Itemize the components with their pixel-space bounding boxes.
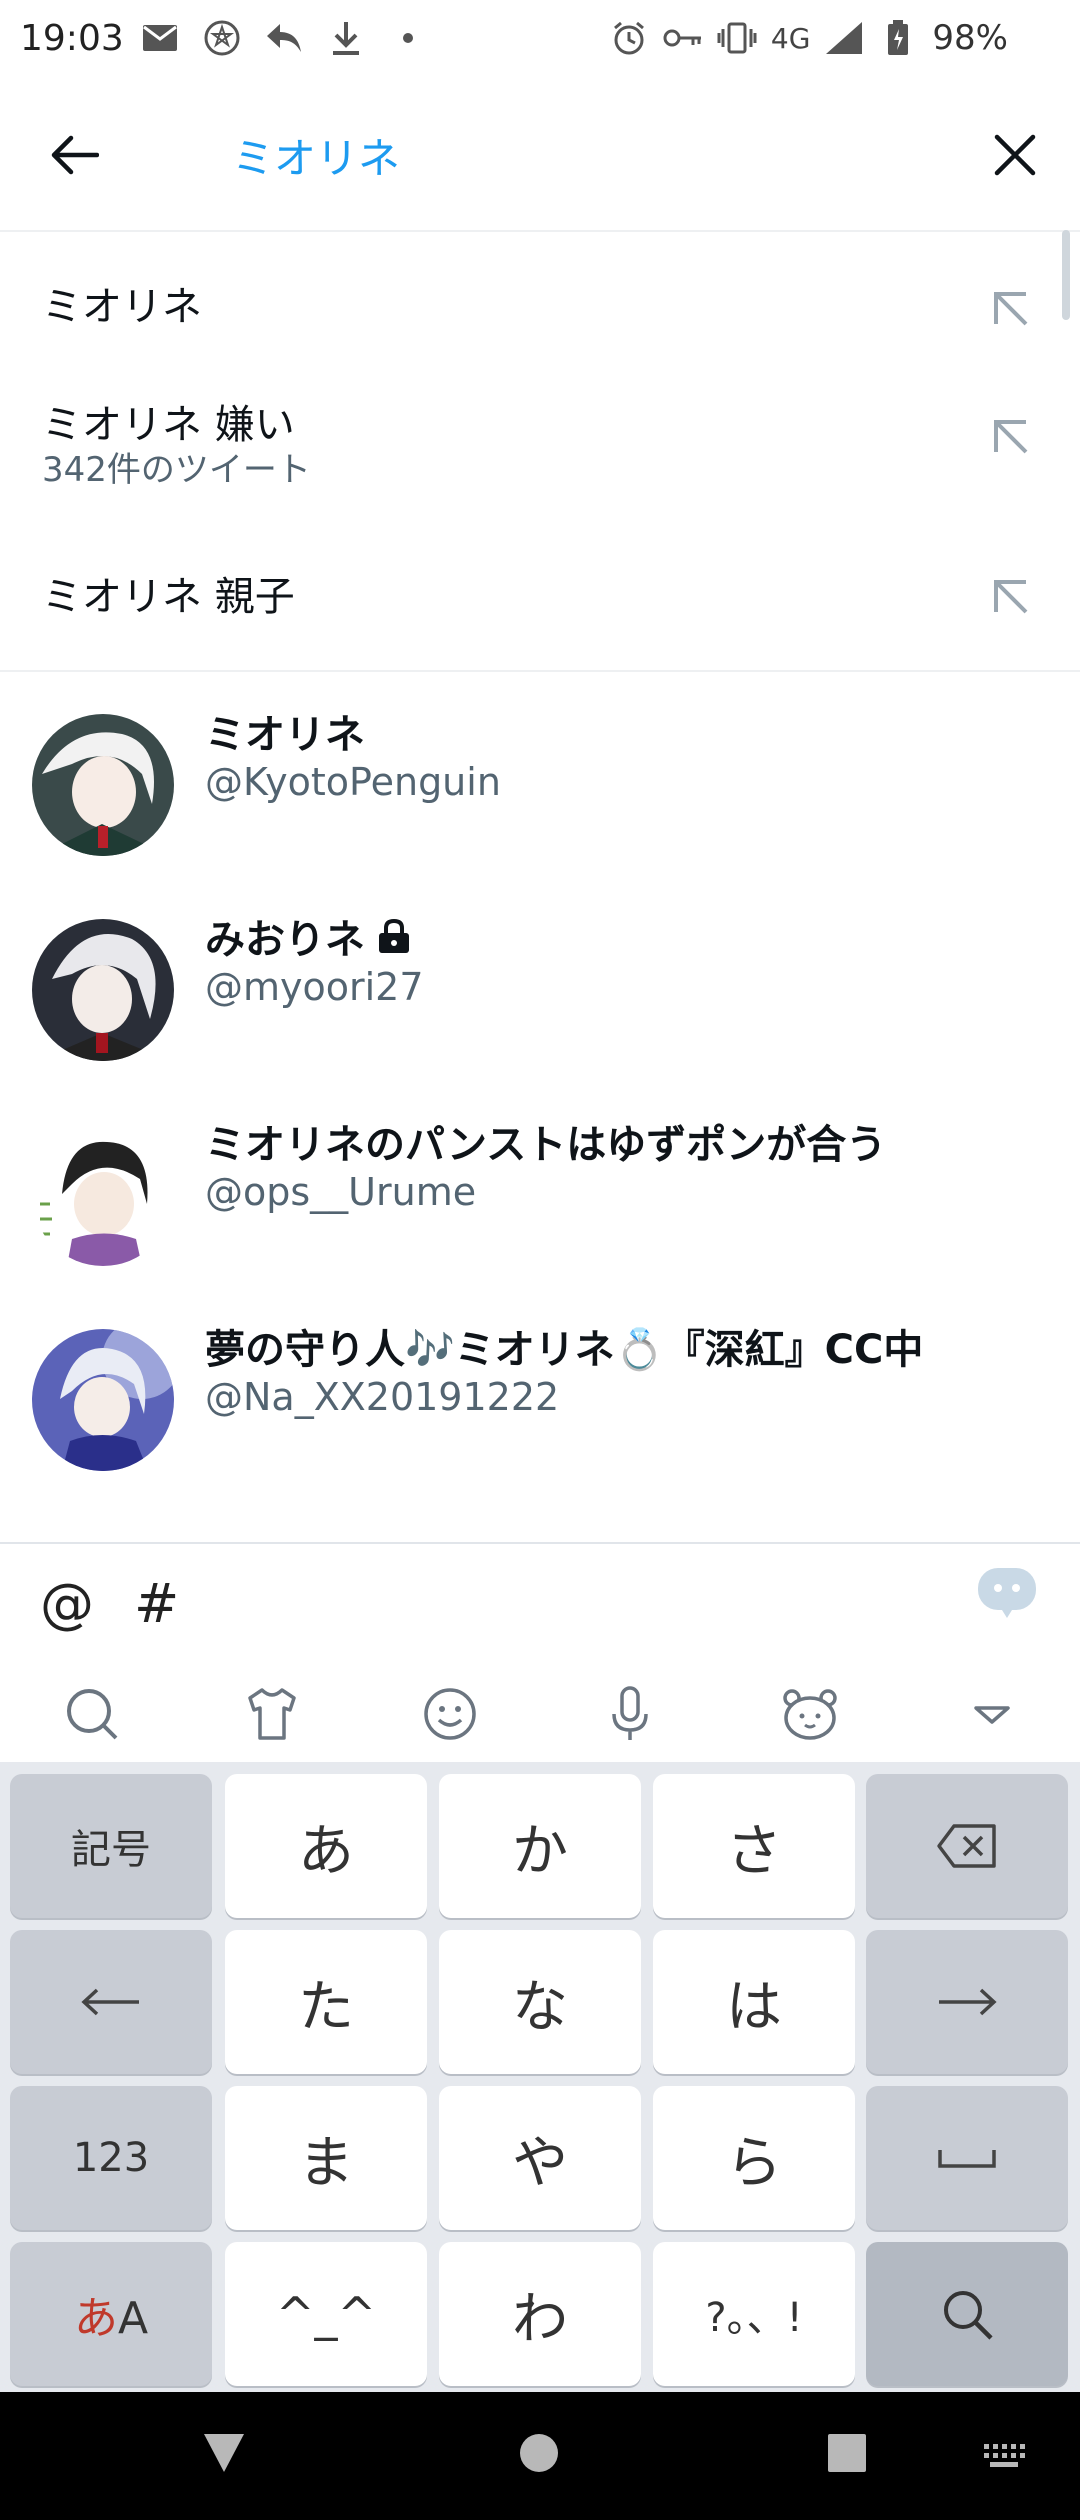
clear-search-button[interactable] xyxy=(980,120,1050,190)
app-icon xyxy=(202,18,242,58)
suggestion-item[interactable]: ミオリネ 親子 xyxy=(0,530,1080,650)
vibrate-icon xyxy=(717,18,757,58)
download-icon xyxy=(326,18,366,58)
battery-icon xyxy=(878,18,918,58)
number-mode-key[interactable]: 123 xyxy=(10,2086,212,2230)
kigou-key[interactable]: 記号 xyxy=(10,1774,212,1918)
search-header: ミオリネ xyxy=(0,80,1080,232)
backspace-key[interactable] xyxy=(866,1774,1068,1918)
key-ta[interactable]: た xyxy=(225,1930,427,2074)
space-key[interactable] xyxy=(866,2086,1068,2230)
user-display-name: ミオリネのパンストはゆずポンが合う xyxy=(205,1122,887,1168)
close-icon xyxy=(994,134,1036,176)
search-input[interactable]: ミオリネ xyxy=(232,125,400,186)
keyboard: @ # 記号 あ か さ た な は 123 ま や ら あA ^_^ わ ?。… xyxy=(0,1542,1080,2392)
mic-icon[interactable] xyxy=(600,1684,660,1744)
shirt-icon[interactable] xyxy=(242,1684,302,1744)
assistant-icon[interactable] xyxy=(976,1566,1038,1620)
navigation-bar xyxy=(0,2392,1080,2520)
user-result[interactable]: ミオリネ @KyotoPenguin xyxy=(0,672,1080,877)
network-type: 4G xyxy=(770,21,811,55)
kaomoji-key[interactable]: ^_^ xyxy=(225,2242,427,2386)
key-ma[interactable]: ま xyxy=(225,2086,427,2230)
search-icon[interactable] xyxy=(62,1684,122,1744)
user-display-name: 夢の守り人🎶ミオリネ💍『深紅』CC中 xyxy=(205,1327,924,1373)
status-bar: 19:03 4G 98% xyxy=(0,0,1080,80)
recents-icon[interactable] xyxy=(826,2432,868,2474)
arrow-up-left-icon[interactable] xyxy=(986,284,1036,334)
collapse-keyboard-icon[interactable] xyxy=(962,1684,1022,1744)
battery-percent: 98% xyxy=(932,18,1008,58)
alarm-icon xyxy=(609,18,649,58)
arrow-up-left-icon[interactable] xyxy=(986,572,1036,622)
suggestion-item[interactable]: ミオリネ 嫌い 342件のツイート xyxy=(0,370,1080,490)
key-ya[interactable]: や xyxy=(439,2086,641,2230)
user-handle: @Na_XX20191222 xyxy=(205,1375,560,1419)
status-time: 19:03 xyxy=(20,18,124,59)
back-button[interactable] xyxy=(40,120,110,190)
suggestion-tweet-count: 342件のツイート xyxy=(42,450,311,490)
key-ra[interactable]: ら xyxy=(653,2086,855,2230)
user-result[interactable]: 夢の守り人🎶ミオリネ💍『深紅』CC中 @Na_XX20191222 xyxy=(0,1287,1080,1492)
scrollbar[interactable] xyxy=(1062,230,1070,320)
arrow-left-icon xyxy=(51,135,99,175)
home-icon[interactable] xyxy=(518,2432,560,2474)
keyboard-toolbar: @ # xyxy=(0,1542,1080,1764)
key-a[interactable]: あ xyxy=(225,1774,427,1918)
input-mode-label: あA xyxy=(73,2293,149,2344)
search-key[interactable] xyxy=(866,2242,1068,2386)
keyboard-keys: 記号 あ か さ た な は 123 ま や ら あA ^_^ わ ?。、! xyxy=(0,1762,1080,2392)
user-handle: @ops__Urume xyxy=(205,1170,477,1214)
user-handle: @myoori27 xyxy=(205,965,424,1009)
dot-icon xyxy=(388,18,428,58)
arrow-right-icon xyxy=(939,1988,997,2016)
cursor-left-key[interactable] xyxy=(10,1930,212,2074)
suggestion-text: ミオリネ xyxy=(42,284,202,330)
key-icon xyxy=(663,18,703,58)
suggestion-item[interactable]: ミオリネ xyxy=(0,236,1080,356)
bear-icon[interactable] xyxy=(780,1684,840,1744)
suggestion-list: ミオリネ ミオリネ 嫌い 342件のツイート ミオリネ 親子 xyxy=(0,230,1080,672)
mail-icon xyxy=(140,18,180,58)
avatar xyxy=(32,1124,174,1266)
emoji-icon[interactable] xyxy=(420,1684,480,1744)
back-triangle-icon[interactable] xyxy=(202,2432,246,2474)
cursor-right-key[interactable] xyxy=(866,1930,1068,2074)
avatar xyxy=(32,1329,174,1471)
lock-icon xyxy=(379,918,409,953)
search-icon xyxy=(944,2291,993,2340)
user-display-name: ミオリネ xyxy=(205,712,365,758)
space-icon xyxy=(938,2150,996,2168)
user-result[interactable]: みおりネ @myoori27 xyxy=(0,877,1080,1082)
key-wa[interactable]: わ xyxy=(439,2242,641,2386)
reply-icon xyxy=(264,18,304,58)
backspace-icon xyxy=(937,1824,996,1868)
arrow-left-icon xyxy=(81,1988,139,2016)
key-ha[interactable]: は xyxy=(653,1930,855,2074)
key-na[interactable]: な xyxy=(439,1930,641,2074)
user-display-name: みおりネ xyxy=(205,917,365,963)
user-results: ミオリネ @KyotoPenguin みおりネ @myoori27 ミオリネのパ… xyxy=(0,672,1080,1542)
suggestion-text: ミオリネ 親子 xyxy=(42,574,295,620)
punctuation-key[interactable]: ?。、! xyxy=(653,2242,855,2386)
avatar xyxy=(32,714,174,856)
user-result[interactable]: ミオリネのパンストはゆずポンが合う @ops__Urume xyxy=(0,1082,1080,1287)
keyboard-tools xyxy=(0,1664,1080,1764)
input-mode-key[interactable]: あA xyxy=(10,2242,212,2386)
signal-icon xyxy=(824,18,864,58)
keyboard-switch-icon[interactable] xyxy=(982,2442,1026,2470)
key-ka[interactable]: か xyxy=(439,1774,641,1918)
avatar xyxy=(32,919,174,1061)
hash-symbol-key[interactable]: # xyxy=(134,1572,179,1635)
user-name-row: みおりネ xyxy=(205,907,413,965)
arrow-up-left-icon[interactable] xyxy=(986,412,1036,462)
at-symbol-key[interactable]: @ xyxy=(40,1572,94,1635)
user-handle: @KyotoPenguin xyxy=(205,760,501,804)
key-sa[interactable]: さ xyxy=(653,1774,855,1918)
